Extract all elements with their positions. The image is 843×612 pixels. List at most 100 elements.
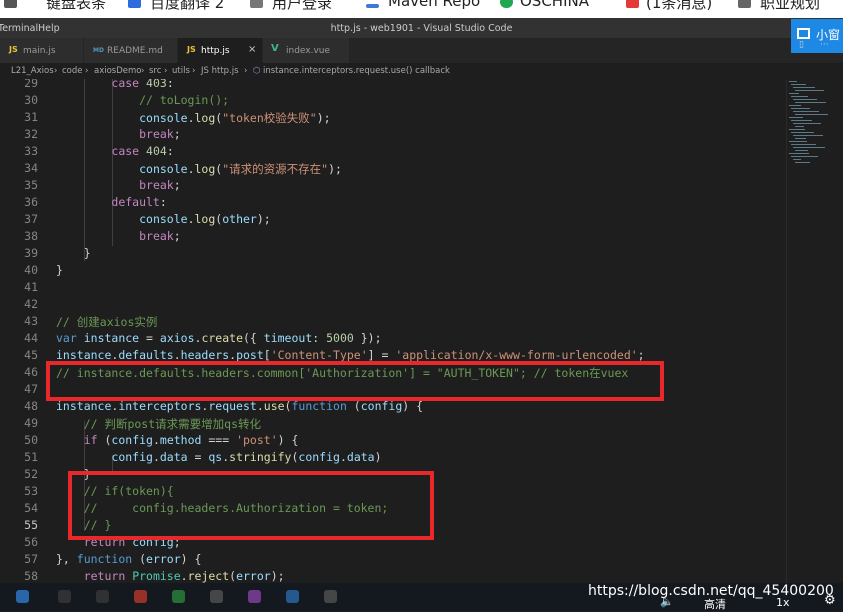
close-tab-icon[interactable]: × bbox=[248, 44, 256, 55]
code-line: case 403: bbox=[111, 79, 174, 90]
breadcrumb-item[interactable]: axiosDemo bbox=[94, 66, 142, 76]
line-number: 32 bbox=[24, 127, 38, 141]
js-file-icon: JS bbox=[187, 45, 196, 54]
code-line: // 创建axios实例 bbox=[56, 315, 158, 329]
minimap-line bbox=[789, 117, 803, 118]
bookmark[interactable]: Maven Repo bbox=[388, 0, 480, 10]
tab-bar: JS main.js MD README.md JS http.js × V i… bbox=[0, 38, 843, 63]
code-editor[interactable]: 29 30 31 32 33 34 35 36 37 38 39 40 41 42 43 44 45 46 47 48… bbox=[0, 79, 843, 583]
bookmark-icon bbox=[738, 0, 751, 8]
breadcrumb-item[interactable]: src bbox=[149, 66, 161, 76]
highlight-box-lines-53-55 bbox=[68, 471, 434, 540]
minimap-line bbox=[793, 123, 821, 124]
minimap-line bbox=[789, 105, 801, 106]
chevron-right-icon: › bbox=[54, 66, 58, 76]
code-line: instance.defaults.headers.post['Content-… bbox=[56, 348, 645, 362]
breadcrumb: L21_Axios › code › axiosDemo › src › uti… bbox=[0, 63, 843, 79]
chevron-right-icon: › bbox=[85, 66, 89, 76]
minimap-line bbox=[795, 90, 824, 91]
split-editor-icon[interactable]: ▯ bbox=[799, 40, 804, 50]
bookmark[interactable]: 用户登录 bbox=[272, 0, 332, 13]
code-line: case 404: bbox=[111, 144, 174, 158]
tab-main-js[interactable]: JS main.js bbox=[0, 38, 84, 63]
title-bar: Terminal Help http.js - web1901 - Visual… bbox=[0, 18, 843, 38]
tab-http-js[interactable]: JS http.js × bbox=[178, 38, 263, 63]
tab-readme-md[interactable]: MD README.md bbox=[84, 38, 178, 63]
bookmark-icon bbox=[250, 0, 263, 8]
minimap-line bbox=[793, 159, 801, 160]
code-line: if (config.method === 'post') { bbox=[83, 433, 299, 447]
minimap-line bbox=[789, 93, 799, 94]
pip-icon bbox=[797, 28, 810, 39]
taskbar-app-icon[interactable] bbox=[210, 590, 223, 603]
line-number: 29 bbox=[24, 79, 38, 90]
line-number: 55 bbox=[24, 518, 38, 532]
markdown-file-icon: MD bbox=[93, 47, 104, 54]
minimap-line bbox=[789, 153, 809, 154]
minimap-line bbox=[795, 126, 804, 127]
line-number: 36 bbox=[24, 195, 38, 209]
minimap-line bbox=[795, 114, 828, 115]
js-file-icon: JS bbox=[9, 45, 18, 54]
more-actions-icon[interactable]: ··· bbox=[820, 40, 829, 50]
breadcrumb-item[interactable]: L21_Axios bbox=[11, 66, 54, 76]
bookmark-icon bbox=[366, 4, 379, 8]
minimap[interactable] bbox=[787, 79, 833, 179]
start-icon[interactable] bbox=[16, 590, 29, 603]
tab-label: README.md bbox=[107, 46, 163, 56]
breadcrumb-item[interactable]: code bbox=[62, 66, 83, 76]
code-line: break; bbox=[139, 127, 181, 141]
line-number: 39 bbox=[24, 246, 38, 260]
watermark-url: https://blog.csdn.net/qq_45400200 bbox=[588, 583, 834, 599]
minimap-line bbox=[791, 120, 812, 121]
line-number: 48 bbox=[24, 399, 38, 413]
taskbar-app-icon[interactable] bbox=[248, 590, 261, 603]
minimap-line bbox=[795, 138, 806, 139]
vue-file-icon: V bbox=[271, 43, 279, 54]
taskbar-app-icon[interactable] bbox=[286, 590, 299, 603]
bookmark-icon bbox=[128, 0, 141, 8]
highlight-box-line-46 bbox=[46, 361, 664, 401]
taskbar-app-icon[interactable] bbox=[58, 590, 71, 603]
bookmark[interactable]: 键盘表条 bbox=[46, 0, 106, 13]
line-number: 45 bbox=[24, 348, 38, 362]
minimap-line bbox=[791, 84, 806, 85]
minimap-line bbox=[789, 81, 797, 82]
code-line: } bbox=[56, 263, 63, 277]
tab-label: main.js bbox=[23, 46, 56, 56]
tab-index-vue[interactable]: V index.vue bbox=[263, 38, 350, 63]
code-line: console.log("请求的资源不存在"); bbox=[139, 162, 342, 176]
bookmark[interactable]: OSCHINA bbox=[520, 0, 589, 10]
taskbar-app-icon[interactable] bbox=[134, 590, 147, 603]
taskbar-app-icon[interactable] bbox=[172, 590, 185, 603]
breadcrumb-item[interactable]: instance.interceptors.request.use() call… bbox=[263, 66, 450, 76]
line-number: 38 bbox=[24, 229, 38, 243]
line-number: 44 bbox=[24, 331, 38, 345]
chevron-right-icon: › bbox=[244, 66, 248, 76]
line-number: 54 bbox=[24, 501, 38, 515]
code-line: var instance = axios.create({ timeout: 5… bbox=[56, 331, 382, 345]
line-number: 42 bbox=[24, 297, 38, 311]
tab-label: http.js bbox=[201, 46, 230, 56]
minimap-line bbox=[793, 99, 817, 100]
breadcrumb-item[interactable]: utils bbox=[172, 66, 190, 76]
line-number: 30 bbox=[24, 93, 38, 107]
line-number: 58 bbox=[24, 569, 38, 583]
taskbar-app-icon[interactable] bbox=[96, 590, 109, 603]
chevron-right-icon: › bbox=[164, 66, 168, 76]
code-line: instance.interceptors.request.use(functi… bbox=[56, 399, 424, 413]
line-number: 41 bbox=[24, 280, 38, 294]
bookmark[interactable]: 职业规划 bbox=[760, 0, 820, 13]
bookmark[interactable]: (1条消息) bbox=[646, 0, 712, 13]
breadcrumb-item[interactable]: JS http.js bbox=[201, 66, 239, 76]
line-number: 35 bbox=[24, 178, 38, 192]
chevron-right-icon: › bbox=[192, 66, 196, 76]
code-line: console.log("token校验失败"); bbox=[139, 111, 331, 125]
code-line: } bbox=[56, 246, 91, 260]
minimap-line bbox=[793, 147, 825, 148]
bookmark-icon bbox=[500, 0, 513, 8]
line-number: 50 bbox=[24, 433, 38, 447]
bookmark[interactable]: 百度翻译 2 bbox=[150, 0, 224, 13]
taskbar-app-icon[interactable] bbox=[324, 590, 337, 603]
minimap-line bbox=[793, 111, 819, 112]
